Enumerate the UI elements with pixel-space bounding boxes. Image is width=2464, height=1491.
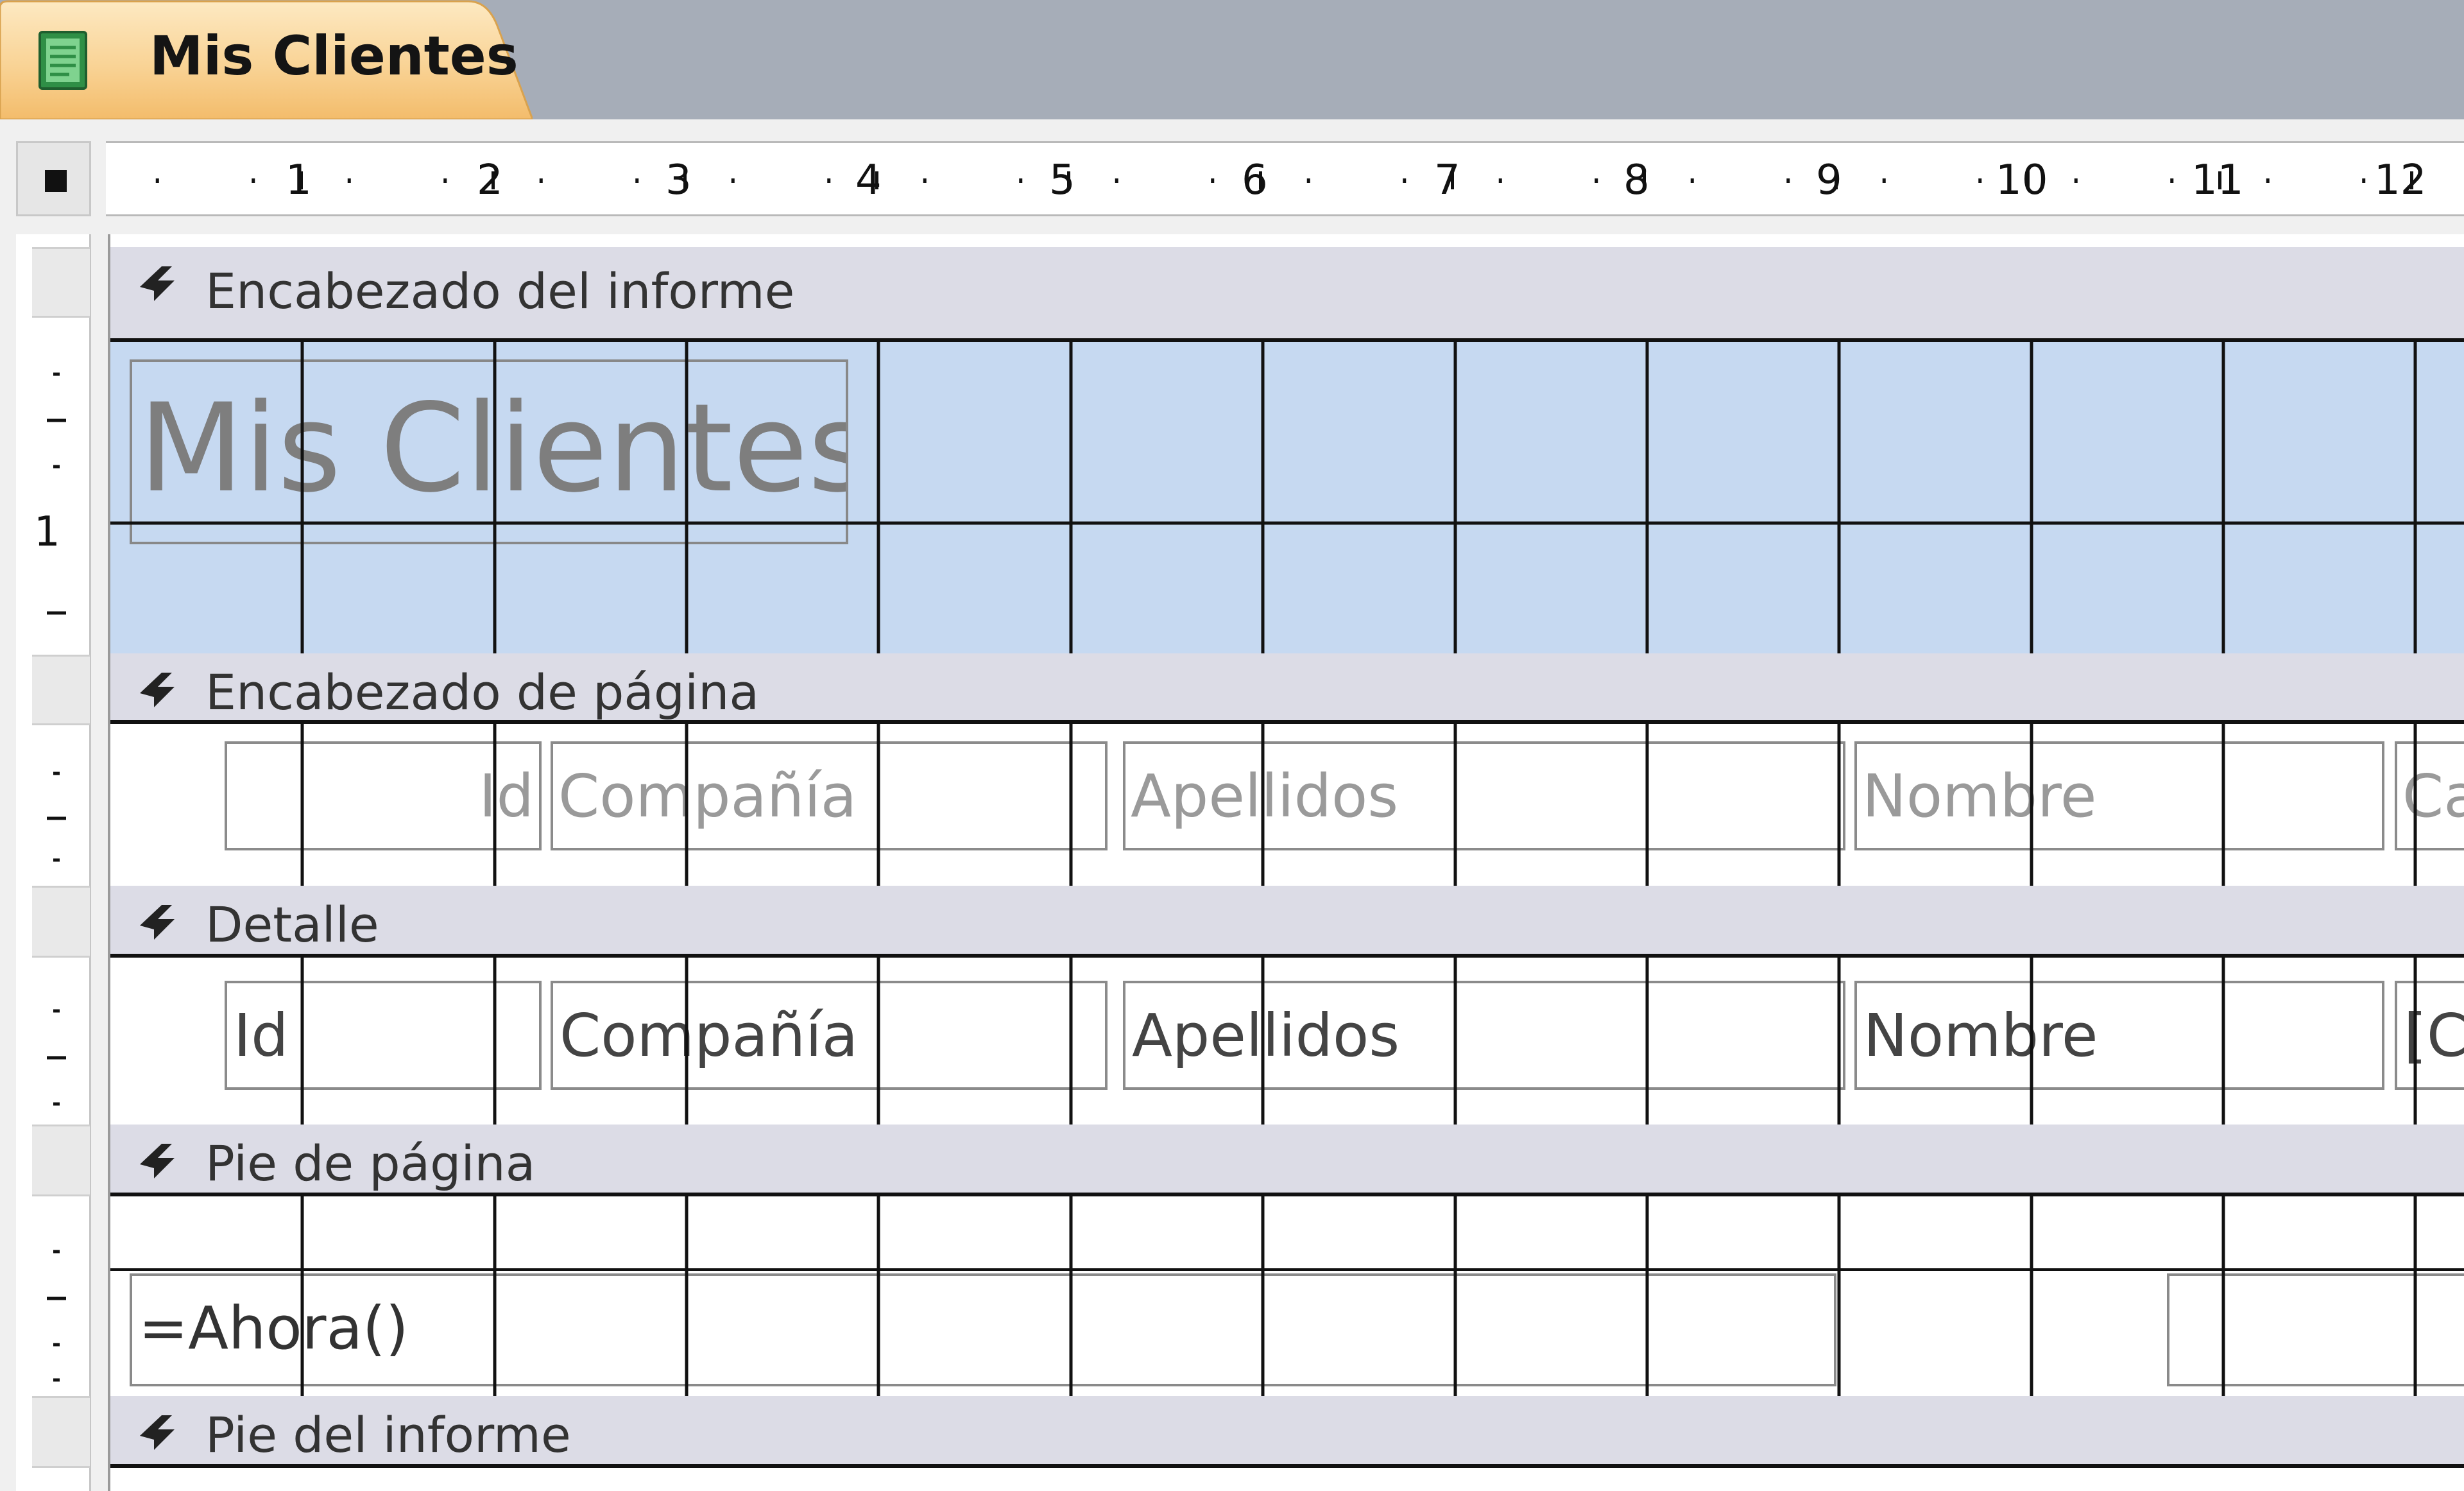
section-body-page-header[interactable]: Id Compañía Apellidos Nombre Ca: [110, 724, 2464, 890]
horizontal-ruler-ticks: [155, 171, 2413, 189]
section-label-page-footer: Pie de página: [205, 1135, 536, 1192]
section-body-report-header[interactable]: Mis Clientes: [110, 342, 2464, 653]
ruler-label-8: 8: [1623, 157, 1650, 204]
collapse-chevron-icon: [140, 266, 175, 301]
ruler-label-1: 1: [286, 157, 312, 204]
ruler-label-11: 11: [2191, 157, 2244, 204]
tab-title: Mis Clientes: [150, 24, 518, 87]
ruler-label-6: 6: [1242, 157, 1268, 204]
collapse-chevron-icon: [140, 1144, 175, 1178]
section-label-report-header: Encabezado del informe: [205, 263, 795, 320]
collapse-chevron-icon: [140, 673, 175, 707]
ruler-label-10: 10: [1996, 157, 2048, 204]
ruler-label-4: 4: [855, 157, 882, 204]
label-nombre[interactable]: Nombre: [1854, 741, 2384, 850]
collapse-chevron-icon: [140, 1415, 175, 1450]
report-design-surface[interactable]: Encabezado del informe Mis Clientes Enca…: [108, 234, 2464, 1491]
section-bar-detail[interactable]: Detalle: [110, 886, 2464, 958]
section-body-page-footer[interactable]: =Ahora(): [110, 1196, 2464, 1396]
section-bar-report-header[interactable]: Encabezado del informe: [110, 247, 2464, 342]
field-nombre[interactable]: Nombre: [1854, 981, 2384, 1090]
section-body-detail[interactable]: Id Compañía Apellidos Nombre [C: [110, 958, 2464, 1125]
field-page-number[interactable]: [2167, 1273, 2464, 1386]
vertical-ruler-ticks: [47, 372, 66, 1382]
document-tab-bar: Mis Clientes: [0, 0, 2464, 119]
section-label-page-header: Encabezado de página: [205, 664, 759, 721]
section-body-report-footer[interactable]: [110, 1468, 2464, 1491]
field-compania[interactable]: Compañía: [551, 981, 1108, 1090]
collapse-chevron-icon: [140, 905, 175, 940]
label-compania[interactable]: Compañía: [551, 741, 1108, 850]
report-selector-square: [45, 170, 67, 192]
field-apellidos[interactable]: Apellidos: [1123, 981, 1845, 1090]
field-id[interactable]: Id: [225, 981, 542, 1090]
report-title-label[interactable]: Mis Clientes: [130, 359, 848, 544]
ruler-label-3: 3: [665, 157, 692, 204]
report-selector[interactable]: [16, 141, 91, 216]
field-date-expression[interactable]: =Ahora(): [130, 1273, 1836, 1386]
horizontal-ruler[interactable]: 1 2 3 4 5 6 7 8 9 10 11 12: [106, 141, 2464, 216]
ruler-label-5: 5: [1049, 157, 1075, 204]
ruler-label-12: 12: [2374, 157, 2427, 204]
section-bar-report-footer[interactable]: Pie del informe: [110, 1396, 2464, 1468]
ruler-label-7: 7: [1434, 157, 1460, 204]
label-apellidos[interactable]: Apellidos: [1123, 741, 1845, 850]
field-cargo[interactable]: [C: [2395, 981, 2464, 1090]
section-bar-page-header[interactable]: Encabezado de página: [110, 653, 2464, 724]
vertical-ruler[interactable]: 1: [16, 234, 91, 1491]
section-label-report-footer: Pie del informe: [205, 1406, 571, 1463]
report-icon: [31, 28, 95, 92]
label-cargo[interactable]: Ca: [2395, 741, 2464, 850]
section-label-detail: Detalle: [205, 896, 379, 953]
ruler-label-9: 9: [1816, 157, 1842, 204]
vertical-ruler-label-1: 1: [34, 508, 60, 556]
ruler-label-2: 2: [477, 157, 503, 204]
section-bar-page-footer[interactable]: Pie de página: [110, 1125, 2464, 1196]
label-id[interactable]: Id: [225, 741, 542, 850]
document-tab[interactable]: Mis Clientes: [0, 0, 533, 119]
